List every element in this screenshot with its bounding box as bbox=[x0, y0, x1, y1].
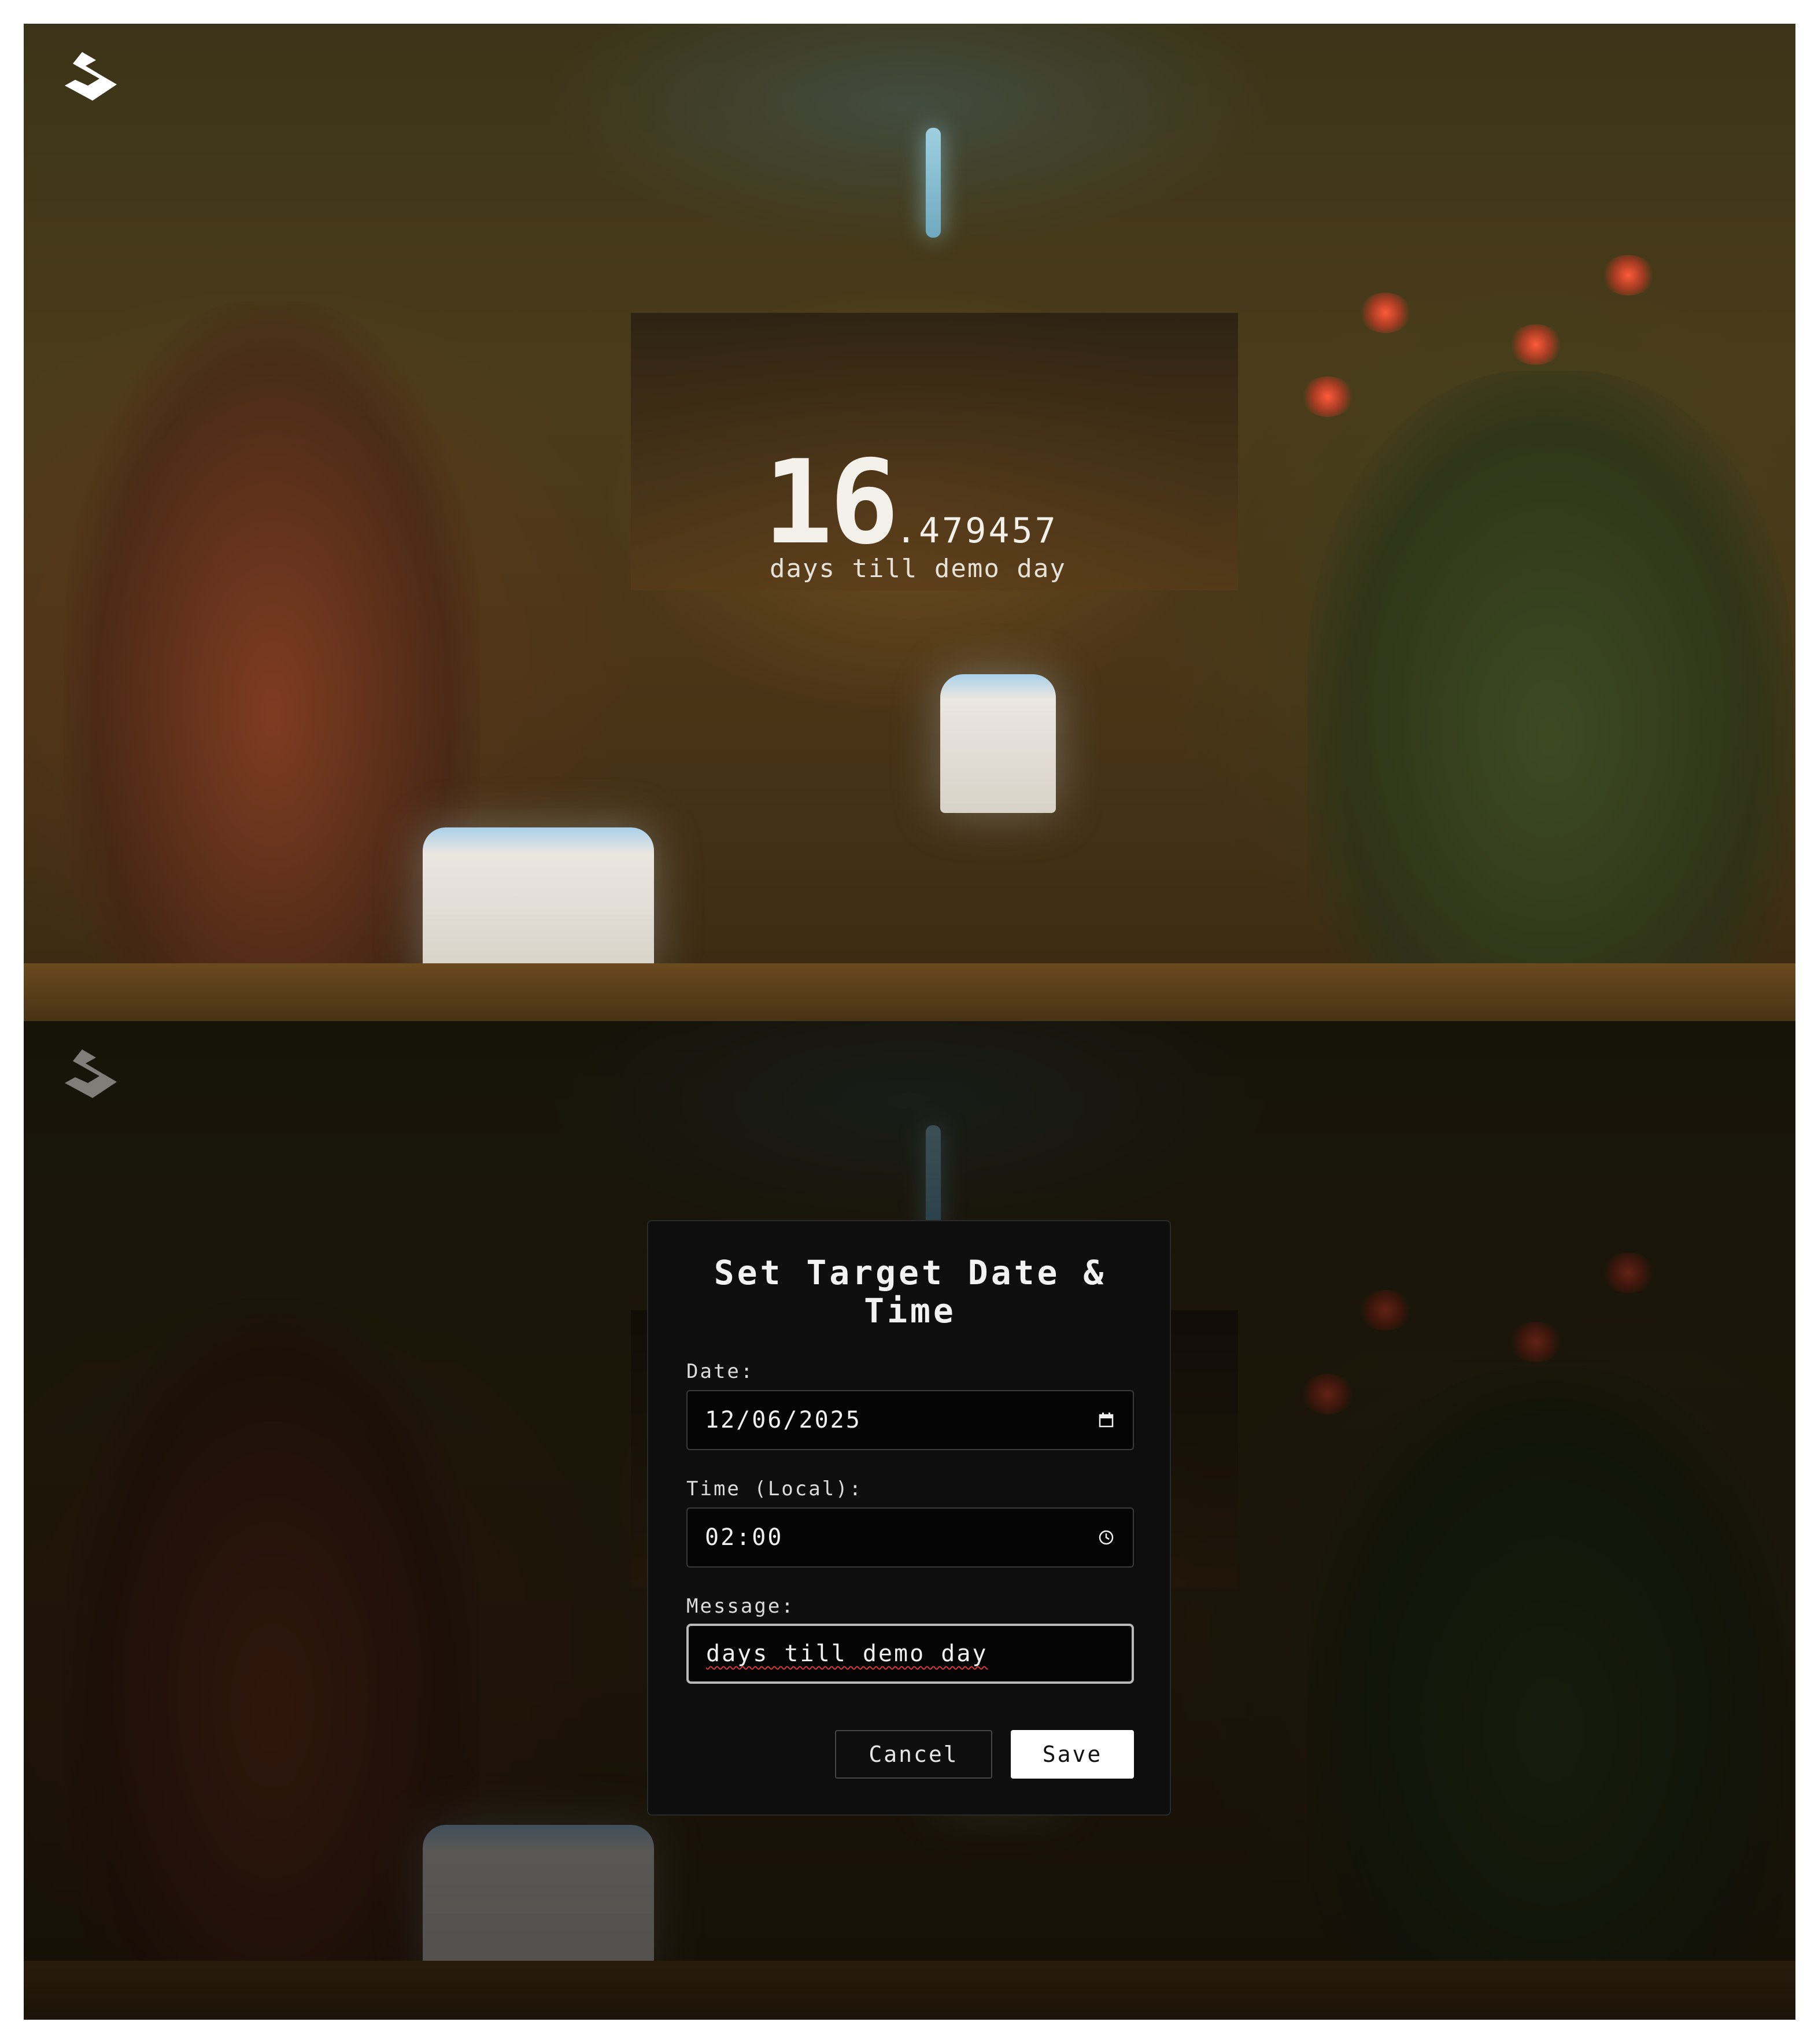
background-photo-desk bbox=[24, 963, 1795, 1021]
date-value[interactable]: 12/06/2025 bbox=[705, 1407, 1097, 1433]
cancel-button[interactable]: Cancel bbox=[835, 1730, 992, 1779]
background-photo-desk-lamp bbox=[940, 674, 1056, 813]
time-label: Time (Local): bbox=[686, 1477, 863, 1500]
time-input[interactable]: 02:00 bbox=[686, 1507, 1134, 1568]
message-value[interactable]: days till demo day bbox=[706, 1640, 1114, 1667]
calendar-icon[interactable] bbox=[1097, 1411, 1115, 1429]
message-input[interactable]: days till demo day bbox=[686, 1624, 1134, 1684]
countdown-days-fraction: .479457 bbox=[895, 511, 1058, 551]
brand-logo-icon[interactable] bbox=[60, 52, 118, 104]
background-photo-red-lamp bbox=[1302, 376, 1354, 417]
date-input[interactable]: 12/06/2025 bbox=[686, 1390, 1134, 1450]
dialog-title: Set Target Date & Time bbox=[714, 1253, 1107, 1330]
background-photo-ceiling-light bbox=[926, 128, 941, 238]
countdown-days-whole: 16 bbox=[763, 435, 899, 570]
brand-logo-icon bbox=[65, 1049, 117, 1098]
time-value[interactable]: 02:00 bbox=[705, 1524, 1097, 1551]
message-label: Message: bbox=[686, 1595, 795, 1618]
background-photo-person-right bbox=[1307, 371, 1793, 1021]
date-label: Date: bbox=[686, 1360, 755, 1383]
background-photo-red-lamp bbox=[1359, 293, 1411, 333]
background-photo-person-left bbox=[64, 301, 481, 1021]
background-photo-red-lamp bbox=[1510, 324, 1562, 365]
background-photo-red-lamp bbox=[1602, 255, 1654, 295]
save-button[interactable]: Save bbox=[1011, 1730, 1134, 1779]
countdown-display: 16.479457 bbox=[763, 435, 1058, 570]
clock-icon[interactable] bbox=[1097, 1528, 1115, 1547]
background-photo-desk-lamp bbox=[423, 827, 654, 972]
target-date-dialog: Set Target Date & Time Date: 12/06/2025 … bbox=[647, 1220, 1171, 1816]
countdown-message: days till demo day bbox=[770, 554, 1066, 583]
